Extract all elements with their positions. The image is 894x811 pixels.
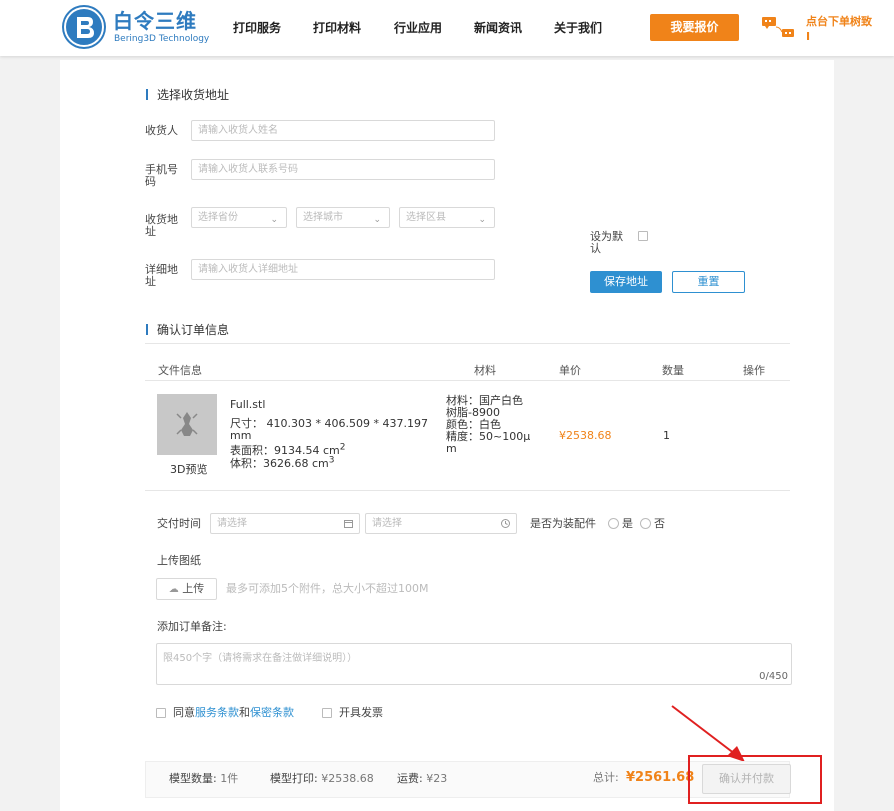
column-actions: 操作: [743, 364, 765, 377]
upload-button[interactable]: ☁ 上传: [156, 578, 217, 600]
material-info: 材料：国产白色 树脂-8900 颜色：白色 精度：50~100μ m: [446, 394, 531, 455]
chat-bubbles-icon[interactable]: [760, 15, 800, 41]
detail-address-input[interactable]: 请输入收货人详细地址: [191, 259, 495, 280]
total-label: 总计:: [593, 771, 619, 784]
assembly-no-label[interactable]: 否: [654, 518, 665, 530]
site-header: 白令三维 Bering3D Technology 打印服务 打印材料 行业应用 …: [0, 0, 894, 56]
model-thumbnail[interactable]: [157, 394, 217, 455]
unit-price: ¥2538.68: [559, 429, 612, 442]
delivery-time-input[interactable]: 请选择: [365, 513, 517, 534]
receiver-input[interactable]: 请输入收货人姓名: [191, 120, 495, 141]
remark-label: 添加订单备注:: [157, 620, 227, 633]
hot-order-text[interactable]: 点台下单树致I: [806, 14, 872, 44]
delivery-time-label: 交付时间: [157, 517, 201, 530]
service-terms-link[interactable]: 服务条款: [195, 706, 239, 719]
upload-hint: 最多可添加5个附件，总大小不超过100M: [226, 582, 429, 595]
brand-name[interactable]: 白令三维: [113, 5, 197, 34]
divider: [145, 380, 790, 381]
model-count: 模型数量: 1件: [169, 772, 239, 785]
divider: [145, 490, 790, 491]
model-print-cost: 模型打印: ¥2538.68: [270, 772, 374, 785]
chevron-down-icon: ⌄: [373, 215, 381, 225]
province-select[interactable]: 选择省份 ⌄: [191, 207, 287, 228]
chevron-down-icon: ⌄: [478, 215, 486, 225]
order-section-title: 确认订单信息: [146, 321, 229, 338]
column-unit-price: 单价: [559, 364, 581, 377]
clock-icon: [501, 519, 510, 528]
column-file-info: 文件信息: [158, 364, 202, 377]
reset-button[interactable]: 重置: [672, 271, 745, 293]
agree-terms-label: 同意服务条款和保密条款: [173, 706, 294, 719]
nav-news[interactable]: 新闻资讯: [474, 19, 522, 36]
total-amount: ¥2561.68: [626, 770, 695, 785]
file-volume: 体积：3626.68 cm3: [230, 455, 335, 470]
remark-textarea[interactable]: 限450个字（请将需求在备注做详细说明）） 0/450: [156, 643, 792, 685]
column-material: 材料: [474, 364, 496, 377]
shipping-cost: 运费: ¥23: [397, 772, 448, 785]
nav-industry[interactable]: 行业应用: [394, 19, 442, 36]
model-preview-icon: [176, 412, 198, 436]
assembly-no-radio[interactable]: [640, 518, 651, 529]
get-quote-button[interactable]: 我要报价: [650, 14, 739, 41]
upload-label: 上传图纸: [157, 554, 201, 567]
agree-terms-checkbox[interactable]: [156, 708, 166, 718]
quantity-value: 1: [663, 429, 670, 442]
remark-counter: 0/450: [759, 671, 788, 682]
nav-print-material[interactable]: 打印材料: [313, 19, 361, 36]
calendar-icon: [344, 520, 353, 528]
set-default-checkbox[interactable]: [638, 231, 648, 241]
receiver-label: 收货人: [145, 124, 178, 137]
address-section-title: 选择收货地址: [146, 86, 229, 103]
phone-input[interactable]: 请输入收货人联系号码: [191, 159, 495, 180]
file-size: 尺寸： 410.303 * 406.509 * 437.197 mm: [230, 417, 428, 442]
invoice-label[interactable]: 开具发票: [339, 707, 383, 719]
divider: [145, 343, 790, 344]
preview-3d-link[interactable]: 3D预览: [170, 461, 207, 477]
brand-logo-icon[interactable]: [62, 5, 106, 49]
privacy-terms-link[interactable]: 保密条款: [250, 706, 294, 719]
column-quantity: 数量: [662, 364, 684, 377]
assembly-label: 是否为装配件: [530, 517, 596, 530]
chevron-down-icon: ⌄: [270, 215, 278, 225]
city-select[interactable]: 选择城市 ⌄: [296, 207, 390, 228]
annotation-highlight-box: [688, 755, 822, 804]
region-label: 收货地址: [145, 213, 178, 238]
upload-cloud-icon: ☁: [168, 584, 179, 595]
nav-print-service[interactable]: 打印服务: [233, 19, 281, 36]
assembly-yes-label[interactable]: 是: [622, 518, 633, 530]
detail-address-label: 详细地址: [145, 263, 178, 288]
save-address-button[interactable]: 保存地址: [590, 271, 662, 293]
brand-tagline: Bering3D Technology: [114, 34, 210, 44]
remark-placeholder: 限450个字（请将需求在备注做详细说明））: [163, 653, 358, 664]
invoice-checkbox[interactable]: [322, 708, 332, 718]
district-select[interactable]: 选择区县 ⌄: [399, 207, 495, 228]
delivery-date-input[interactable]: 请选择: [210, 513, 360, 534]
file-name: Full.stl: [230, 398, 266, 411]
set-default-label: 设为默认: [590, 230, 623, 255]
assembly-yes-radio[interactable]: [608, 518, 619, 529]
nav-about[interactable]: 关于我们: [554, 19, 602, 36]
phone-label: 手机号码: [145, 163, 178, 188]
